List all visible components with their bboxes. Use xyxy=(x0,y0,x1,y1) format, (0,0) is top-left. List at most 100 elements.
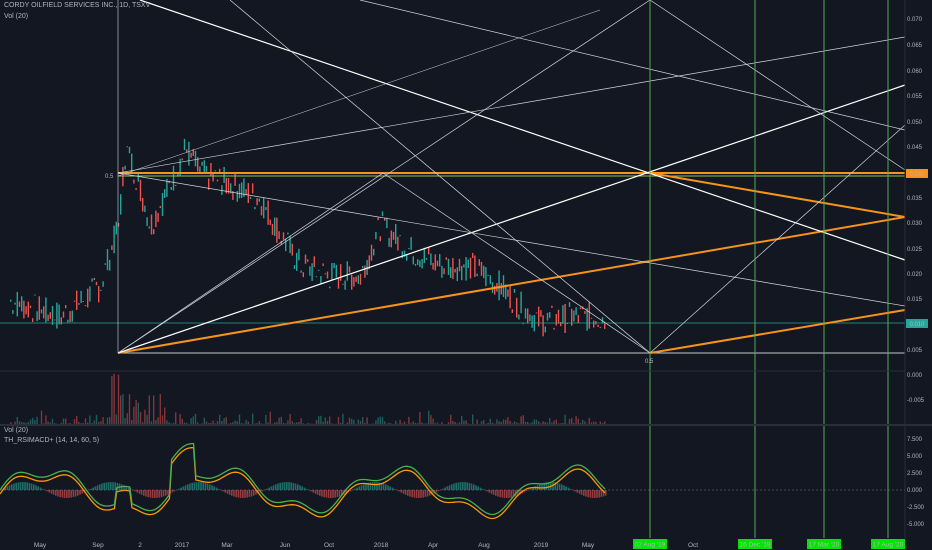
candle xyxy=(120,194,122,215)
indicator-tick: 0.000 xyxy=(907,488,923,494)
candle xyxy=(509,285,511,309)
volume-bar xyxy=(161,415,164,425)
histogram-bar xyxy=(442,488,444,490)
candle xyxy=(542,315,544,337)
candle xyxy=(271,223,274,235)
candle xyxy=(12,310,14,314)
candle xyxy=(18,301,21,307)
histogram-bar xyxy=(35,485,37,490)
candle xyxy=(27,301,29,318)
candle xyxy=(458,258,461,272)
histogram-bar xyxy=(70,490,72,498)
histogram-bar xyxy=(66,490,68,498)
candle xyxy=(69,311,71,323)
indicator-legend[interactable]: TH_RSIMACD+ (14, 14, 60, 5) xyxy=(4,437,99,444)
histogram-bar xyxy=(191,482,193,490)
histogram-bar xyxy=(411,490,413,498)
candle xyxy=(122,166,124,187)
candle xyxy=(190,152,192,158)
candle xyxy=(364,265,366,278)
histogram-bar xyxy=(488,490,490,493)
histogram-bar xyxy=(90,488,92,490)
histogram-bar xyxy=(226,490,229,494)
candle xyxy=(137,172,139,182)
candle xyxy=(38,296,40,320)
candle xyxy=(441,265,443,278)
histogram-bar xyxy=(358,486,361,490)
histogram-bar xyxy=(182,486,185,490)
histogram-bar xyxy=(61,490,64,498)
volume-legend-sub[interactable]: Vol (20) xyxy=(4,427,28,434)
histogram-bar xyxy=(279,482,281,490)
candle xyxy=(247,183,249,204)
histogram-bar xyxy=(178,488,180,490)
histogram-bar xyxy=(387,485,389,490)
volume-bar xyxy=(280,416,282,425)
histogram-bar xyxy=(28,482,31,490)
histogram-bar xyxy=(68,490,70,498)
candle xyxy=(399,235,401,237)
candle xyxy=(76,290,78,310)
histogram-bar xyxy=(459,482,462,490)
candle xyxy=(529,314,531,322)
histogram-bar xyxy=(325,490,328,498)
time-tick: 2017 xyxy=(175,542,190,549)
volume-bar xyxy=(377,417,379,425)
candle xyxy=(577,314,579,324)
histogram-bar xyxy=(415,490,418,498)
candle xyxy=(93,278,95,281)
volume-legend[interactable]: Vol (20) xyxy=(4,13,28,20)
candle xyxy=(309,266,311,276)
candle xyxy=(128,146,131,154)
histogram-bar xyxy=(479,487,482,490)
histogram-bar xyxy=(589,490,592,498)
date-badge: 17 Aug '20 xyxy=(871,539,905,549)
histogram-bar xyxy=(360,485,363,490)
candle xyxy=(322,263,324,266)
histogram-bar xyxy=(22,482,24,490)
histogram-bar xyxy=(567,487,570,490)
histogram-bar xyxy=(26,482,28,490)
candle xyxy=(573,310,575,322)
price-tick: 0.000 xyxy=(907,373,923,379)
price-tick: 0.020 xyxy=(907,272,923,278)
histogram-bar xyxy=(398,490,400,492)
histogram-bar xyxy=(52,490,55,495)
histogram-bar xyxy=(19,482,22,490)
candle xyxy=(139,179,142,202)
histogram-bar xyxy=(112,482,114,490)
candle xyxy=(285,238,287,252)
histogram-bar xyxy=(261,490,264,492)
candle xyxy=(109,259,111,271)
symbol-title[interactable]: CORDY OILFIELD SERVICES INC., 1D, TSXV xyxy=(4,2,150,9)
candle xyxy=(346,261,348,281)
candle xyxy=(562,305,564,324)
histogram-bar xyxy=(402,490,405,494)
time-axis[interactable]: May Sep 2 2017 Mar Jun Oct 2018 Apr Aug 2019 May Oct… xyxy=(0,538,932,550)
price-tick: 0.045 xyxy=(907,145,923,151)
volume-bar xyxy=(179,413,181,425)
histogram-bar xyxy=(457,482,460,490)
histogram-bar xyxy=(217,488,220,490)
volume-bar xyxy=(549,417,551,425)
candle xyxy=(274,217,276,236)
histogram-bar xyxy=(321,490,323,497)
candle xyxy=(56,302,58,329)
histogram-bar xyxy=(59,490,61,498)
histogram-bar xyxy=(470,483,473,490)
volume-bar xyxy=(507,417,509,425)
histogram-bar xyxy=(495,490,497,496)
histogram-bar xyxy=(13,483,15,490)
histogram-bar xyxy=(286,482,288,490)
volume-bar xyxy=(219,414,221,425)
candle xyxy=(80,290,82,304)
candle xyxy=(531,315,533,328)
histogram-bar xyxy=(96,485,99,490)
histogram-bar xyxy=(11,484,13,490)
histogram-bar xyxy=(391,487,394,490)
histogram-bar xyxy=(198,482,200,490)
histogram-bar xyxy=(446,486,449,490)
price-chart[interactable]: 0.070 0.065 0.060 0.055 0.050 0.045 0.040 0.035… xyxy=(0,0,932,550)
histogram-bar xyxy=(400,490,402,493)
candle xyxy=(111,245,113,250)
